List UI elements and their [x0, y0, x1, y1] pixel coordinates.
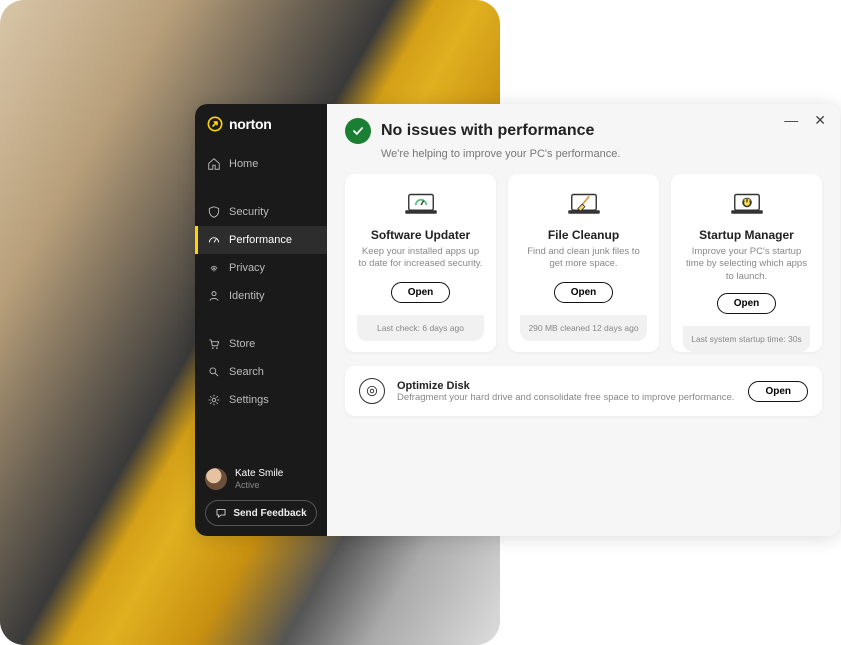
sidebar-item-search[interactable]: Search [195, 358, 327, 386]
page-title: No issues with performance [381, 122, 594, 140]
open-button[interactable]: Open [391, 282, 451, 303]
close-button[interactable]: ✕ [814, 112, 826, 129]
search-icon [207, 365, 221, 379]
row-title: Optimize Disk [397, 380, 736, 392]
person-icon [207, 289, 221, 303]
user-name: Kate Smile [235, 468, 283, 480]
card-title: File Cleanup [548, 228, 619, 242]
sidebar-item-label: Identity [229, 290, 264, 302]
status-ok-icon [345, 118, 371, 144]
main-panel: — ✕ No issues with performance We're hel… [327, 104, 840, 536]
minimize-button[interactable]: — [784, 112, 798, 129]
card-desc: Find and clean junk files to get more sp… [520, 246, 647, 272]
gauge-icon [207, 233, 221, 247]
sidebar-item-security[interactable]: Security [195, 198, 327, 226]
nav-group-1: Home [195, 150, 327, 178]
sidebar-item-identity[interactable]: Identity [195, 282, 327, 310]
sidebar-item-privacy[interactable]: Privacy [195, 254, 327, 282]
row-desc: Defragment your hard drive and consolida… [397, 392, 736, 403]
fingerprint-icon [207, 261, 221, 275]
target-icon [359, 378, 385, 404]
card-title: Software Updater [371, 228, 470, 242]
card-footer: Last system startup time: 30s [683, 326, 810, 352]
sidebar: norton Home Security Performance Privacy [195, 104, 327, 536]
shield-icon [207, 205, 221, 219]
card-file-cleanup: File Cleanup Find and clean junk files t… [508, 174, 659, 352]
cards-row: Software Updater Keep your installed app… [345, 174, 822, 352]
card-footer: Last check: 6 days ago [357, 315, 484, 341]
card-startup-manager: Startup Manager Improve your PC's startu… [671, 174, 822, 352]
sidebar-item-performance[interactable]: Performance [195, 226, 327, 254]
chat-icon [215, 507, 227, 519]
sidebar-item-home[interactable]: Home [195, 150, 327, 178]
card-title: Startup Manager [699, 228, 794, 242]
card-footer: 290 MB cleaned 12 days ago [520, 315, 647, 341]
page-subtitle: We're helping to improve your PC's perfo… [381, 148, 822, 160]
user-row[interactable]: Kate Smile Active [205, 468, 317, 490]
nav-group-2: Security Performance Privacy Identity [195, 198, 327, 310]
feedback-label: Send Feedback [233, 508, 306, 519]
brand-name: norton [229, 116, 272, 132]
card-desc: Keep your installed apps up to date for … [357, 246, 484, 272]
norton-logo-icon [207, 116, 223, 132]
sidebar-item-label: Search [229, 366, 264, 378]
row-optimize-disk: Optimize Disk Defragment your hard drive… [345, 366, 822, 416]
avatar [205, 468, 227, 490]
nav-group-3: Store Search Settings [195, 330, 327, 414]
app-window: norton Home Security Performance Privacy [195, 104, 840, 536]
sidebar-item-settings[interactable]: Settings [195, 386, 327, 414]
open-button[interactable]: Open [554, 282, 614, 303]
laptop-gauge-icon [400, 190, 442, 220]
broom-icon [563, 190, 605, 220]
header-row: No issues with performance [345, 118, 822, 144]
card-software-updater: Software Updater Keep your installed app… [345, 174, 496, 352]
send-feedback-button[interactable]: Send Feedback [205, 500, 317, 526]
home-icon [207, 157, 221, 171]
gear-icon [207, 393, 221, 407]
cart-icon [207, 337, 221, 351]
sidebar-item-label: Home [229, 158, 258, 170]
brand: norton [195, 104, 327, 150]
window-controls: — ✕ [784, 112, 826, 129]
sidebar-bottom: Kate Smile Active Send Feedback [195, 468, 327, 536]
sidebar-item-label: Store [229, 338, 255, 350]
sidebar-item-label: Settings [229, 394, 269, 406]
power-laptop-icon [726, 190, 768, 220]
open-button[interactable]: Open [748, 381, 808, 402]
card-desc: Improve your PC's startup time by select… [683, 246, 810, 283]
user-status: Active [235, 480, 283, 490]
sidebar-item-label: Performance [229, 234, 292, 246]
sidebar-item-label: Security [229, 206, 269, 218]
sidebar-item-label: Privacy [229, 262, 265, 274]
open-button[interactable]: Open [717, 293, 777, 314]
sidebar-item-store[interactable]: Store [195, 330, 327, 358]
